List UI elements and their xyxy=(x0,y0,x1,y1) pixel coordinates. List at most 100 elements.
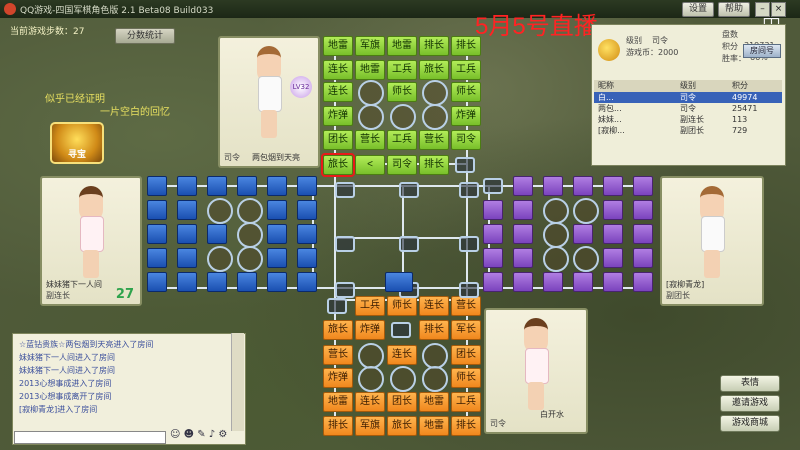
board-piece-top[interactable]: 排长 xyxy=(451,36,481,56)
room-number-button[interactable]: 房间号 xyxy=(743,44,781,58)
board-station[interactable] xyxy=(335,182,355,198)
board-piece-top[interactable]: 连长 xyxy=(323,82,353,102)
table-row[interactable]: 两包... 司令 25471 xyxy=(594,103,782,114)
board-piece-left[interactable] xyxy=(177,176,197,196)
board-camp[interactable] xyxy=(390,366,416,392)
board-piece-left[interactable] xyxy=(297,248,317,268)
board-piece-right[interactable] xyxy=(513,248,533,268)
board-piece-left[interactable] xyxy=(147,200,167,220)
board-camp[interactable] xyxy=(358,366,384,392)
board-piece-top[interactable]: 师长 xyxy=(451,82,481,102)
board-piece-top[interactable]: 排长 xyxy=(419,36,449,56)
board-piece-bottom[interactable]: 师长 xyxy=(451,368,481,388)
board-camp[interactable] xyxy=(422,366,448,392)
board-piece-left[interactable] xyxy=(267,200,287,220)
board-piece-left[interactable] xyxy=(267,272,287,292)
board-camp[interactable] xyxy=(573,198,599,224)
board-piece-top[interactable]: 排长 xyxy=(419,155,449,175)
board-camp[interactable] xyxy=(422,80,448,106)
board-piece-right[interactable] xyxy=(633,272,653,292)
board-piece-left[interactable] xyxy=(177,224,197,244)
board-camp[interactable] xyxy=(543,198,569,224)
board-piece-bottom[interactable]: 团长 xyxy=(387,392,417,412)
board-piece-top[interactable]: 工兵 xyxy=(387,60,417,80)
board-piece-right[interactable] xyxy=(483,200,503,220)
board-piece-left[interactable] xyxy=(267,224,287,244)
board-piece-bottom[interactable]: 连长 xyxy=(355,392,385,412)
table-row[interactable]: [寂柳... 副团长 729 xyxy=(594,125,782,136)
board-station[interactable] xyxy=(335,236,355,252)
board-piece-bottom[interactable]: 连长 xyxy=(387,345,417,365)
board-camp[interactable] xyxy=(358,104,384,130)
board-piece-right[interactable] xyxy=(483,224,503,244)
board-piece-left[interactable] xyxy=(207,176,227,196)
board-piece-top[interactable]: 连长 xyxy=(323,60,353,80)
board-piece-bottom[interactable]: 军旗 xyxy=(355,416,385,436)
board-piece-right[interactable] xyxy=(603,200,623,220)
board-piece-bottom[interactable]: 排长 xyxy=(451,416,481,436)
board-station[interactable] xyxy=(459,282,479,298)
player-left-panel[interactable]: 妹妹猪下一人间 副连长 27 xyxy=(40,176,142,306)
settings-button[interactable]: 设置 xyxy=(681,2,714,17)
board-piece-bottom[interactable]: 军长 xyxy=(451,320,481,340)
board-piece-left[interactable] xyxy=(297,176,317,196)
board-piece-moved[interactable] xyxy=(385,272,413,292)
board-station[interactable] xyxy=(391,322,411,338)
board-piece-left[interactable] xyxy=(297,272,317,292)
board-piece-bottom[interactable]: 连长 xyxy=(419,296,449,316)
board-piece-top[interactable]: 工兵 xyxy=(387,130,417,150)
board-station[interactable] xyxy=(327,298,347,314)
board-piece-left[interactable] xyxy=(147,248,167,268)
board-piece-bottom[interactable]: 工兵 xyxy=(355,296,385,316)
chat-input[interactable] xyxy=(14,431,166,444)
board-piece-bottom[interactable]: 炸弹 xyxy=(323,368,353,388)
board-station[interactable] xyxy=(459,236,479,252)
board-piece-left[interactable] xyxy=(147,272,167,292)
board-piece-left[interactable] xyxy=(177,272,197,292)
board-piece-left[interactable] xyxy=(237,272,257,292)
board-camp[interactable] xyxy=(207,246,233,272)
board-piece-left[interactable] xyxy=(177,248,197,268)
board-piece-top[interactable]: 团长 xyxy=(323,130,353,150)
board-piece-bottom[interactable]: 炸弹 xyxy=(355,320,385,340)
board-piece-top[interactable]: 地雷 xyxy=(323,36,353,56)
board-station[interactable] xyxy=(399,236,419,252)
board-piece-bottom[interactable]: 地雷 xyxy=(419,416,449,436)
board-piece-top[interactable]: 旅长 xyxy=(419,60,449,80)
emoticon-button[interactable]: 表情 xyxy=(720,375,780,392)
board-piece-top[interactable]: 营长 xyxy=(419,130,449,150)
board-piece-bottom[interactable]: 团长 xyxy=(451,345,481,365)
table-row[interactable]: 白... 司令 49974 xyxy=(594,92,782,103)
board-camp[interactable] xyxy=(573,246,599,272)
board-piece-top[interactable]: 师长 xyxy=(387,82,417,102)
board-piece-right[interactable] xyxy=(633,248,653,268)
board-camp[interactable] xyxy=(207,198,233,224)
board-piece-top[interactable]: 工兵 xyxy=(451,60,481,80)
col-nickname[interactable]: 昵称 xyxy=(594,80,680,92)
board-piece-right[interactable] xyxy=(543,176,563,196)
board-piece-right[interactable] xyxy=(633,176,653,196)
board-piece-right[interactable] xyxy=(573,176,593,196)
board-camp[interactable] xyxy=(543,246,569,272)
board-piece-bottom[interactable]: 旅长 xyxy=(323,320,353,340)
board-piece-bottom[interactable]: 排长 xyxy=(419,320,449,340)
col-level[interactable]: 级别 xyxy=(680,80,732,92)
board-piece-right[interactable] xyxy=(513,200,533,220)
board-piece-top[interactable]: 营长 xyxy=(355,130,385,150)
board-piece-right[interactable] xyxy=(513,272,533,292)
board-piece-top[interactable]: 炸弹 xyxy=(323,106,353,126)
board-piece-bottom[interactable]: 旅长 xyxy=(387,416,417,436)
board-piece-left[interactable] xyxy=(207,224,227,244)
board-piece-top[interactable]: 炸弹 xyxy=(451,106,481,126)
board-station[interactable] xyxy=(483,178,503,194)
board-piece-left[interactable] xyxy=(267,248,287,268)
board-camp[interactable] xyxy=(237,198,263,224)
board-piece-right[interactable] xyxy=(573,272,593,292)
board-piece-top[interactable]: 地雷 xyxy=(387,36,417,56)
invite-game-button[interactable]: 邀请游戏 xyxy=(720,395,780,412)
board-piece-right[interactable] xyxy=(603,176,623,196)
board-station[interactable] xyxy=(335,282,355,298)
board-piece-left[interactable] xyxy=(297,200,317,220)
board-piece-left[interactable] xyxy=(297,224,317,244)
board-piece-bottom[interactable]: 地雷 xyxy=(419,392,449,412)
